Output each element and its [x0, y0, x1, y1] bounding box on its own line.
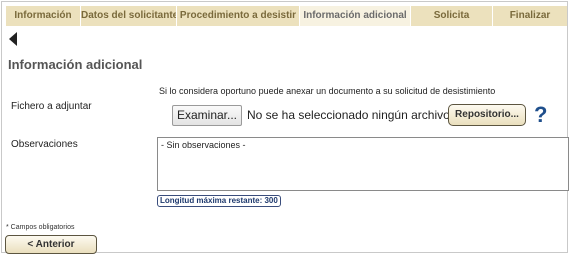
back-arrow-icon[interactable]	[9, 32, 17, 46]
repository-button[interactable]: Repositorio...	[448, 104, 526, 126]
file-status-text: No se ha seleccionado ningún archivo.	[247, 108, 454, 122]
attachment-label: Fichero a adjuntar	[11, 101, 92, 112]
browse-file-button[interactable]: Examinar...	[172, 105, 242, 126]
tab-informacion-adicional[interactable]: Información adicional	[300, 6, 411, 26]
tab-informacion[interactable]: Información	[6, 6, 81, 26]
tab-finalizar[interactable]: Finalizar	[493, 6, 567, 26]
main-panel: Información Datos del solicitante Proced…	[1, 1, 569, 254]
observations-label: Observaciones	[11, 139, 78, 150]
tab-solicita[interactable]: Solicita	[411, 6, 493, 26]
observations-textarea[interactable]: - Sin observaciones -	[157, 137, 569, 191]
attachment-hint: Si lo considera oportuno puede anexar un…	[159, 86, 496, 96]
previous-button[interactable]: < Anterior	[5, 235, 97, 254]
tab-procedimiento-desistir[interactable]: Procedimiento a desistir	[177, 6, 300, 26]
required-fields-note: * Campos obligatorios	[6, 224, 75, 231]
section-title: Información adicional	[8, 57, 143, 72]
remaining-length-counter: Longitud máxima restante: 300	[157, 195, 281, 207]
tab-bar: Información Datos del solicitante Proced…	[6, 6, 567, 26]
tab-datos-solicitante[interactable]: Datos del solicitante	[81, 6, 177, 26]
question-mark-icon[interactable]: ?	[534, 103, 547, 127]
